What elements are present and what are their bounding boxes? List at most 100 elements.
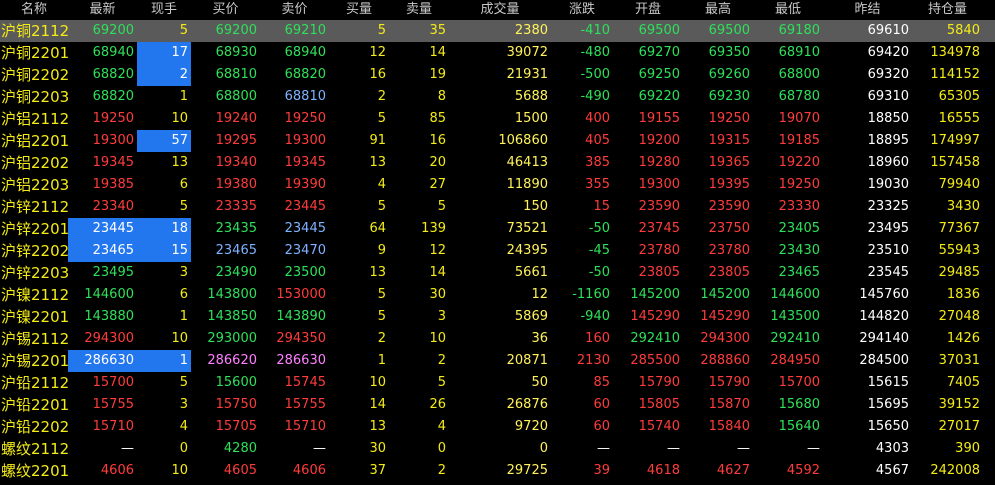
cell-volume: 73521 — [506, 221, 548, 236]
cell-ask: 19390 — [284, 177, 326, 192]
cell-last: 15700 — [92, 375, 134, 390]
table-row[interactable]: 沪铜2203 68820 1 68800 68810 2 8 5688 -490 69220 692… — [0, 86, 995, 108]
cell-hand: 0 — [179, 441, 188, 456]
cell-open: 69220 — [638, 89, 680, 104]
cell-high: 69350 — [708, 45, 750, 60]
cell-low: 19070 — [778, 111, 820, 126]
table-row[interactable]: 沪镍2112 144600 6 143800 153000 5 30 12 -1160 14520… — [0, 284, 995, 306]
cell-open: 69500 — [638, 23, 680, 38]
table-row[interactable]: 螺纹2112 — 0 4280 — 30 0 0 — — — — 4303 390 — [0, 438, 995, 460]
cell-last: 19385 — [92, 177, 134, 192]
table-row[interactable]: 沪铝2201 19300 57 19295 19300 91 16 106860 405 1920… — [0, 130, 995, 152]
cell-oi: 37031 — [938, 353, 980, 368]
table-row[interactable]: 沪锌2202 23465 15 23465 23470 9 12 24395 -45 23780 2… — [0, 240, 995, 262]
cell-ask: 23470 — [284, 243, 326, 258]
cell-high: 23590 — [708, 199, 750, 214]
header-col-low[interactable]: 最低 — [753, 0, 823, 20]
cell-last: 294300 — [84, 331, 134, 346]
cell-oi: 16555 — [938, 111, 980, 126]
cell-bid: 15600 — [215, 375, 257, 390]
table-row[interactable]: 沪镍2201 143880 1 143850 143890 5 3 5869 -940 14529… — [0, 306, 995, 328]
cell-ask: 143890 — [276, 309, 326, 324]
cell-volume: 20871 — [506, 353, 548, 368]
header-col-volume[interactable]: 成交量 — [449, 0, 551, 20]
table-row[interactable]: 沪锡2112 294300 10 293000 294350 2 10 36 160 292410… — [0, 328, 995, 350]
cell-oi: 27017 — [938, 419, 980, 434]
header-col-change[interactable]: 涨跌 — [551, 0, 613, 20]
table-row[interactable]: 沪铝2203 19385 6 19380 19390 4 27 11890 355 19300 19… — [0, 174, 995, 196]
cell-volume: 2380 — [514, 23, 548, 38]
cell-low: 15640 — [778, 419, 820, 434]
cell-high: 69260 — [708, 67, 750, 82]
table-row[interactable]: 沪锌2203 23495 3 23490 23500 13 14 5661 -50 23805 23… — [0, 262, 995, 284]
cell-bid-vol: 5 — [377, 111, 386, 126]
cell-prev: 4303 — [875, 441, 909, 456]
header-col-last[interactable]: 最新 — [68, 0, 137, 20]
cell-open: 19155 — [638, 111, 680, 126]
cell-ask: — — [313, 441, 326, 456]
cell-ask-vol: 30 — [429, 287, 446, 302]
cell-hand: 6 — [179, 287, 188, 302]
cell-change: -50 — [588, 221, 610, 236]
cell-low: 69180 — [778, 23, 820, 38]
cell-high: 294300 — [700, 331, 750, 346]
cell-name: 沪铜2201 — [1, 44, 70, 62]
cell-high: 23805 — [708, 265, 750, 280]
table-row[interactable]: 沪锌2201 23445 18 23435 23445 64 139 73521 -50 2374… — [0, 218, 995, 240]
cell-last: 23495 — [92, 265, 134, 280]
header-col-prev[interactable]: 昨结 — [823, 0, 912, 20]
header-col-ask-vol[interactable]: 卖量 — [389, 0, 449, 20]
cell-change: -50 — [588, 265, 610, 280]
table-row[interactable]: 沪铜2201 68940 17 68930 68940 12 14 39072 -480 6927… — [0, 42, 995, 64]
cell-low: 15680 — [778, 397, 820, 412]
cell-low: 143500 — [770, 309, 820, 324]
cell-name: 螺纹2112 — [1, 440, 70, 458]
cell-ask-vol: 12 — [429, 243, 446, 258]
cell-ask: 19300 — [284, 133, 326, 148]
cell-last: 286630 — [68, 350, 137, 372]
header-col-oi[interactable]: 持仓量 — [912, 0, 983, 20]
cell-hand: 3 — [179, 397, 188, 412]
header-col-high[interactable]: 最高 — [683, 0, 753, 20]
cell-volume: 26876 — [506, 397, 548, 412]
cell-ask: 286630 — [276, 353, 326, 368]
header-col-open[interactable]: 开盘 — [613, 0, 683, 20]
table-row[interactable]: 螺纹2201 4606 10 4605 4606 37 2 29725 39 4618 4627 45… — [0, 460, 995, 482]
table-row[interactable]: 沪锡2201 286630 1 286620 286630 1 2 20871 2130 2855… — [0, 350, 995, 372]
cell-bid: 68810 — [215, 67, 257, 82]
cell-ask: 68820 — [284, 67, 326, 82]
cell-high: 15790 — [708, 375, 750, 390]
cell-last: 69200 — [92, 23, 134, 38]
cell-last: 23445 — [68, 218, 137, 240]
table-row[interactable]: 沪铜2112 69200 5 69200 69210 5 35 2380 -410 69500 69… — [0, 20, 995, 42]
cell-bid-vol: 13 — [369, 155, 386, 170]
header-col-hand[interactable]: 现手 — [137, 0, 191, 20]
table-row[interactable]: 沪铅2202 15710 4 15705 15710 13 4 9720 60 15740 1584… — [0, 416, 995, 438]
cell-last: 23465 — [68, 240, 137, 262]
cell-volume: 50 — [531, 375, 548, 390]
cell-last: 144600 — [84, 287, 134, 302]
header-col-ask[interactable]: 卖价 — [260, 0, 329, 20]
cell-ask-vol: 27 — [429, 177, 446, 192]
table-row[interactable]: 沪铅2112 15700 5 15600 15745 10 5 50 85 15790 15790 1… — [0, 372, 995, 394]
table-row[interactable]: 沪铝2202 19345 13 19340 19345 13 20 46413 385 19280… — [0, 152, 995, 174]
cell-bid: 143800 — [207, 287, 257, 302]
cell-oi: 114152 — [930, 67, 980, 82]
cell-ask-vol: 35 — [429, 23, 446, 38]
table-row[interactable]: 沪锌2112 23340 5 23335 23445 5 5 150 15 23590 23590 2… — [0, 196, 995, 218]
cell-last: 19250 — [92, 111, 134, 126]
cell-change: -1160 — [572, 287, 610, 302]
cell-volume: 5688 — [514, 89, 548, 104]
header-col-bid-vol[interactable]: 买量 — [329, 0, 389, 20]
table-row[interactable]: 沪铅2201 15755 3 15750 15755 14 26 26876 60 15805 15… — [0, 394, 995, 416]
cell-change: 2130 — [576, 353, 610, 368]
cell-open: 23805 — [638, 265, 680, 280]
cell-bid-vol: 5 — [377, 23, 386, 38]
header-col-bid[interactable]: 买价 — [191, 0, 260, 20]
cell-oi: 7405 — [946, 375, 980, 390]
header-col-name[interactable]: 名称 — [0, 0, 68, 20]
table-row[interactable]: 沪铝2112 19250 10 19240 19250 5 85 1500 400 19155 19… — [0, 108, 995, 130]
cell-open: 15805 — [638, 397, 680, 412]
cell-bid: 69200 — [215, 23, 257, 38]
table-row[interactable]: 沪铜2202 68820 2 68810 68820 16 19 21931 -500 69250… — [0, 64, 995, 86]
